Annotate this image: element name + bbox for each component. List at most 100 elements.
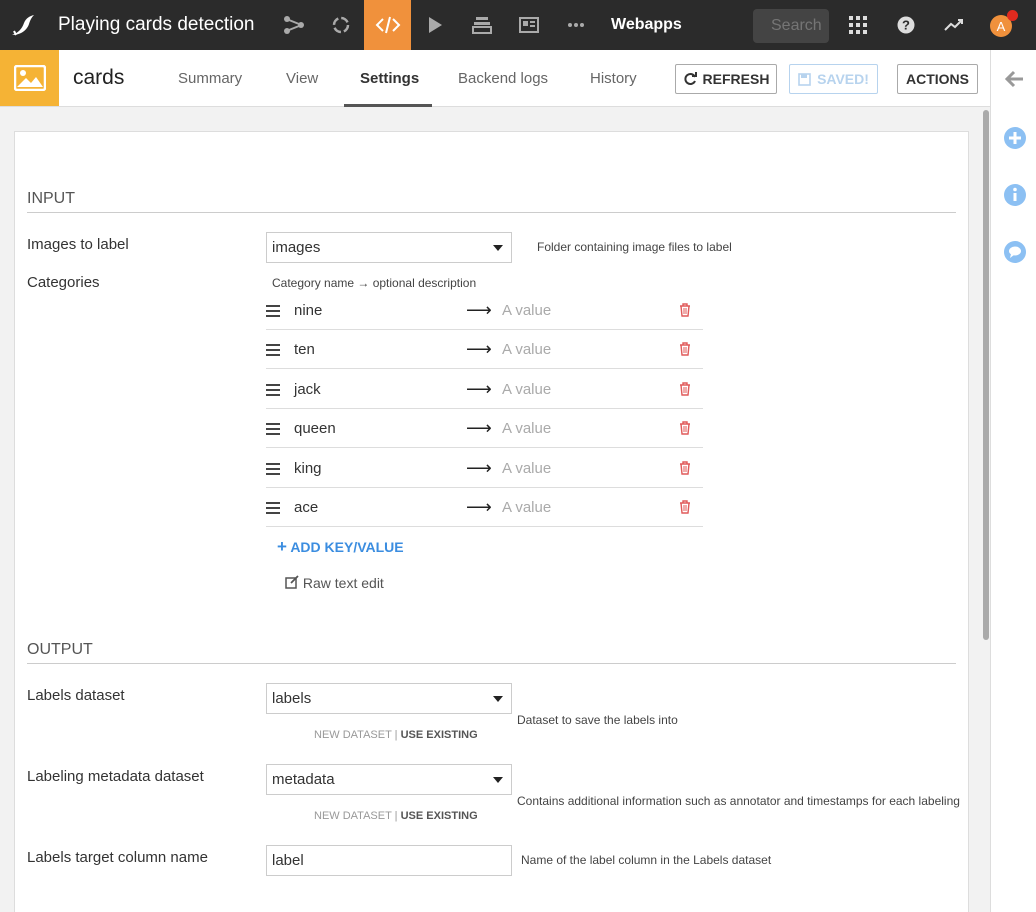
more-icon[interactable] (552, 0, 599, 50)
labels-dataset-select[interactable]: labels (266, 683, 512, 714)
input-divider (27, 212, 956, 213)
trash-icon[interactable] (679, 500, 691, 514)
images-to-label-label: Images to label (27, 236, 129, 253)
metadata-dataset-value: metadata (272, 771, 335, 788)
code-icon[interactable] (364, 0, 411, 50)
object-header: cards Summary View Settings Backend logs… (0, 50, 990, 107)
save-icon (798, 72, 811, 86)
metadata-dataset-label: Labeling metadata dataset (27, 768, 204, 785)
settings-panel: INPUT Images to label images Folder cont… (14, 131, 969, 912)
raw-text-edit-link[interactable]: Raw text edit (285, 575, 384, 591)
search-input[interactable] (771, 17, 829, 35)
category-key[interactable]: ace (294, 499, 318, 516)
add-key-value-label: ADD KEY/VALUE (290, 539, 404, 555)
drag-handle-icon[interactable] (266, 423, 280, 438)
category-value-input[interactable]: A value (502, 499, 551, 516)
add-key-value-button[interactable]: + ADD KEY/VALUE (277, 537, 404, 557)
refresh-button[interactable]: REFRESH (675, 64, 777, 94)
trash-icon[interactable] (679, 303, 691, 317)
dataiku-bird-logo[interactable] (0, 0, 46, 50)
drag-handle-icon[interactable] (266, 344, 280, 359)
raw-text-edit-label: Raw text edit (302, 575, 384, 591)
categories-hint: Category name → optional description (272, 276, 477, 290)
tab-view[interactable]: View (286, 70, 318, 87)
images-help-text: Folder containing image files to label (537, 240, 732, 254)
target-column-input[interactable] (266, 845, 512, 876)
new-dataset-link[interactable]: NEW DATASET (314, 729, 392, 741)
chevron-down-icon (493, 777, 503, 783)
dashboard-icon[interactable] (505, 0, 552, 50)
labels-dataset-help: Dataset to save the labels into (517, 713, 678, 727)
category-value-input[interactable]: A value (502, 381, 551, 398)
category-key[interactable]: king (294, 460, 322, 477)
new-dataset-link[interactable]: NEW DATASET (314, 810, 392, 822)
play-icon[interactable] (411, 0, 458, 50)
section-label-webapps[interactable]: Webapps (611, 16, 731, 34)
category-row: king ⟶ A value (266, 449, 703, 488)
right-arrow-icon: ⟶ (466, 497, 492, 517)
category-value-input[interactable]: A value (502, 460, 551, 477)
category-key[interactable]: ten (294, 341, 315, 358)
notification-dot (1007, 10, 1018, 21)
target-column-help: Name of the label column in the Labels d… (521, 853, 772, 867)
right-arrow-icon: ⟶ (466, 457, 492, 478)
metadata-dataset-mode-links: NEW DATASET | USE EXISTING (314, 810, 478, 822)
saved-button[interactable]: SAVED! (789, 64, 878, 94)
drag-handle-icon[interactable] (266, 305, 280, 320)
images-folder-select[interactable]: images (266, 232, 512, 263)
tab-backend-logs[interactable]: Backend logs (458, 70, 548, 87)
refresh-icon (684, 72, 697, 85)
flow-icon[interactable] (270, 0, 317, 50)
labels-dataset-mode-links: NEW DATASET | USE EXISTING (314, 729, 478, 741)
project-title[interactable]: Playing cards detection (58, 14, 270, 36)
right-arrow-icon: ⟶ (466, 300, 492, 320)
category-key[interactable]: jack (294, 381, 321, 398)
trash-icon[interactable] (679, 421, 691, 435)
back-arrow-icon[interactable] (1003, 67, 1027, 91)
trash-icon[interactable] (679, 382, 691, 396)
tab-history[interactable]: History (590, 70, 637, 87)
category-value-input[interactable]: A value (502, 302, 551, 319)
stack-icon[interactable] (458, 0, 505, 50)
help-icon[interactable]: ? (886, 0, 926, 50)
category-row: jack ⟶ A value (266, 370, 703, 409)
category-value-input[interactable]: A value (502, 420, 551, 437)
trash-icon[interactable] (679, 342, 691, 357)
metadata-dataset-help: Contains additional information such as … (517, 794, 960, 808)
chat-icon[interactable] (1003, 240, 1027, 264)
tab-summary[interactable]: Summary (178, 70, 242, 87)
right-sidebar (990, 50, 1036, 912)
labels-dataset-label: Labels dataset (27, 687, 125, 704)
apps-grid-icon[interactable] (838, 0, 878, 50)
use-existing-link[interactable]: USE EXISTING (401, 729, 478, 741)
active-tab-indicator (344, 104, 432, 107)
category-key[interactable]: queen (294, 420, 336, 437)
right-arrow-icon: ⟶ (466, 418, 492, 439)
images-folder-value: images (272, 239, 321, 256)
drag-handle-icon[interactable] (266, 462, 280, 478)
drag-handle-icon[interactable] (266, 502, 280, 517)
output-divider (27, 663, 956, 664)
category-key[interactable]: nine (294, 302, 322, 319)
metadata-dataset-select[interactable]: metadata (266, 764, 512, 795)
refresh-label: REFRESH (702, 71, 770, 87)
trash-icon[interactable] (679, 460, 691, 475)
right-arrow-icon: ⟶ (466, 339, 492, 360)
actions-button[interactable]: ACTIONS (897, 64, 978, 94)
input-section-title: INPUT (27, 190, 75, 207)
edit-icon (285, 575, 299, 589)
tab-settings[interactable]: Settings (360, 70, 419, 87)
add-circle-icon[interactable] (1003, 126, 1027, 150)
svg-text:?: ? (902, 18, 910, 33)
category-value-input[interactable]: A value (502, 341, 551, 358)
search-box[interactable] (753, 9, 829, 43)
plus-icon: + (277, 537, 287, 556)
trend-icon[interactable] (934, 0, 974, 50)
category-row: ace ⟶ A value (266, 488, 703, 527)
info-icon[interactable] (1003, 183, 1027, 207)
use-existing-link[interactable]: USE EXISTING (401, 810, 478, 822)
scrollbar[interactable] (983, 110, 989, 640)
image-icon (0, 50, 59, 106)
drag-handle-icon[interactable] (266, 383, 280, 399)
refresh-circle-icon[interactable] (317, 0, 364, 50)
